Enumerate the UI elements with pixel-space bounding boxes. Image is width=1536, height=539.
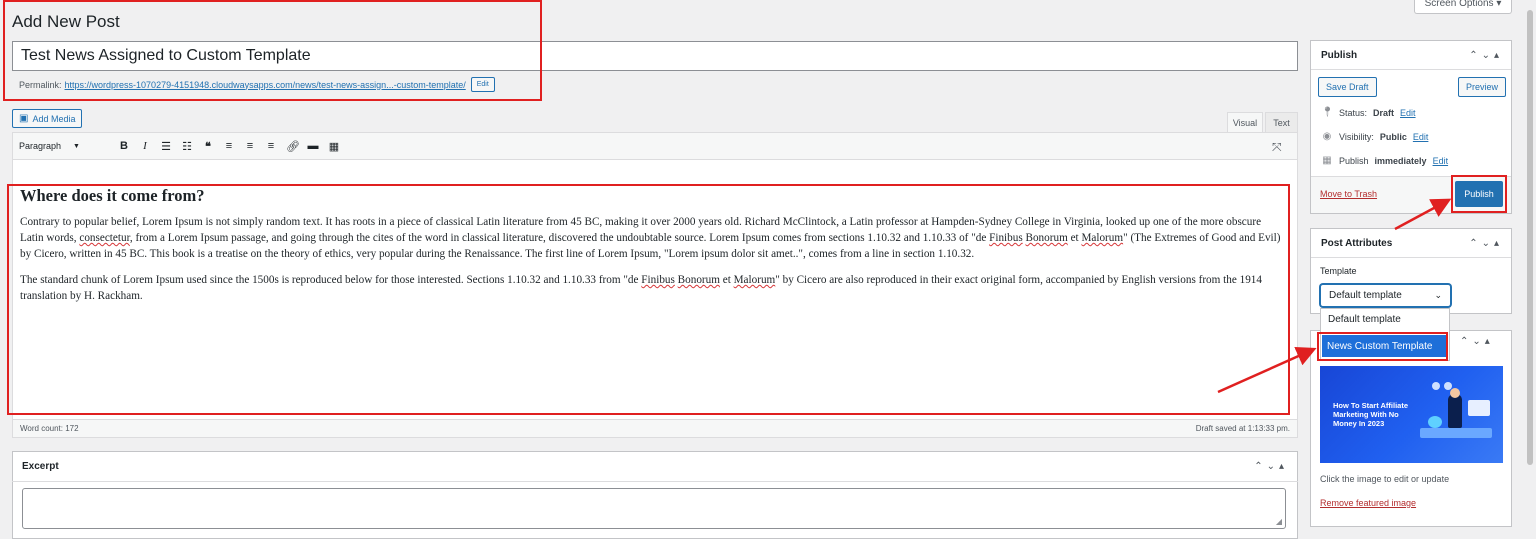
- annotation-box-content: [7, 184, 1290, 415]
- pin-icon: 📍︎: [1321, 107, 1334, 118]
- page-scrollbar-thumb[interactable]: [1527, 10, 1533, 465]
- visibility-edit-link[interactable]: Edit: [1413, 132, 1429, 142]
- eye-icon: ◉: [1322, 131, 1332, 142]
- template-select[interactable]: Default template ⌄: [1320, 284, 1451, 307]
- add-media-label: Add Media: [32, 113, 76, 124]
- publish-when-value: immediately: [1374, 155, 1427, 166]
- publish-date-edit-link[interactable]: Edit: [1433, 156, 1449, 166]
- tab-visual[interactable]: Visual: [1227, 112, 1263, 132]
- featured-image-text: How To Start Affiliate Marketing With No…: [1333, 401, 1408, 428]
- remove-featured-image-link[interactable]: Remove featured image: [1320, 498, 1416, 508]
- align-center-icon[interactable]: ≡: [244, 140, 256, 152]
- annotation-box-template-option: [1317, 332, 1448, 361]
- blockquote-icon[interactable]: ❝: [202, 140, 214, 153]
- featured-image-note: Click the image to edit or update: [1320, 474, 1450, 484]
- status-label: Status:: [1339, 107, 1368, 118]
- screen-options-button[interactable]: Screen Options ▾: [1414, 0, 1512, 14]
- chevron-down-icon: ▼: [73, 142, 80, 150]
- illustration-monitor: [1468, 400, 1490, 416]
- resize-handle-icon[interactable]: ◢: [1276, 517, 1282, 526]
- annotation-box-title: [3, 0, 542, 101]
- visibility-value: Public: [1379, 131, 1407, 142]
- status-row: 📍︎ Status: Draft Edit: [1321, 107, 1416, 118]
- template-select-value: Default template: [1329, 290, 1402, 301]
- decor-circle: [1432, 382, 1440, 390]
- move-to-trash-link[interactable]: Move to Trash: [1320, 189, 1377, 199]
- post-attributes-header[interactable]: Post Attributes ⌃⌄▴: [1311, 229, 1511, 258]
- fullscreen-icon[interactable]: ⤧: [1272, 140, 1282, 155]
- numbered-list-icon[interactable]: ☷: [181, 140, 193, 153]
- calendar-icon: ▦: [1322, 155, 1332, 166]
- visibility-row: ◉ Visibility: Public Edit: [1321, 131, 1429, 142]
- panel-move-icons[interactable]: ⌃⌄▴: [1469, 50, 1503, 61]
- bullet-list-icon[interactable]: ☰: [160, 140, 172, 153]
- preview-button[interactable]: Preview: [1458, 77, 1507, 97]
- draft-saved-status: Draft saved at 1:13:33 pm.: [1195, 424, 1290, 433]
- word-count: Word count: 172: [20, 424, 79, 433]
- excerpt-header[interactable]: Excerpt ⌃⌄▴: [12, 451, 1298, 482]
- italic-icon[interactable]: I: [139, 140, 151, 152]
- annotation-box-publish: [1451, 175, 1507, 213]
- template-label: Template: [1320, 266, 1357, 276]
- align-left-icon[interactable]: ≡: [223, 140, 235, 152]
- format-select[interactable]: Paragraph ▼: [19, 141, 109, 151]
- visibility-label: Visibility:: [1339, 131, 1374, 142]
- illustration-head: [1450, 388, 1460, 398]
- bold-icon[interactable]: B: [118, 140, 130, 152]
- publish-date-row: ▦ Publish immediately Edit: [1321, 155, 1448, 166]
- editor-status-bar: Word count: 172 Draft saved at 1:13:33 p…: [12, 419, 1298, 438]
- featured-image[interactable]: How To Start Affiliate Marketing With No…: [1320, 366, 1503, 463]
- media-icon: ▣: [19, 113, 29, 124]
- template-option-default[interactable]: Default template: [1328, 314, 1401, 325]
- toolbar-toggle-icon[interactable]: ▦: [328, 140, 340, 153]
- publish-when-label: Publish: [1339, 155, 1369, 166]
- illustration-coins: [1428, 416, 1442, 428]
- post-attributes-title: Post Attributes: [1321, 237, 1393, 249]
- save-draft-button[interactable]: Save Draft: [1318, 77, 1377, 97]
- format-select-value: Paragraph: [19, 141, 62, 151]
- panel-move-icons[interactable]: ⌃⌄▴: [1460, 336, 1494, 347]
- tab-text[interactable]: Text: [1265, 112, 1298, 132]
- status-value: Draft: [1373, 107, 1395, 118]
- align-right-icon[interactable]: ≡: [265, 140, 277, 152]
- excerpt-title: Excerpt: [22, 460, 59, 472]
- illustration-person: [1448, 394, 1462, 428]
- status-edit-link[interactable]: Edit: [1400, 108, 1416, 118]
- publish-panel-title: Publish: [1321, 49, 1358, 61]
- editor-toolbar: Paragraph ▼ B I ☰ ☷ ❝ ≡ ≡ ≡ 🔗︎ ▬ ▦: [13, 133, 1297, 160]
- panel-move-icons[interactable]: ⌃⌄▴: [1254, 461, 1288, 472]
- panel-move-icons[interactable]: ⌃⌄▴: [1469, 238, 1503, 249]
- link-icon[interactable]: 🔗︎: [286, 140, 300, 153]
- publish-panel-header[interactable]: Publish ⌃⌄▴: [1311, 41, 1511, 70]
- excerpt-textarea[interactable]: ◢: [22, 488, 1286, 529]
- add-media-button[interactable]: ▣ Add Media: [12, 109, 83, 128]
- chevron-down-icon: ⌄: [1434, 290, 1442, 300]
- read-more-icon[interactable]: ▬: [307, 140, 319, 152]
- illustration-desk: [1420, 428, 1492, 438]
